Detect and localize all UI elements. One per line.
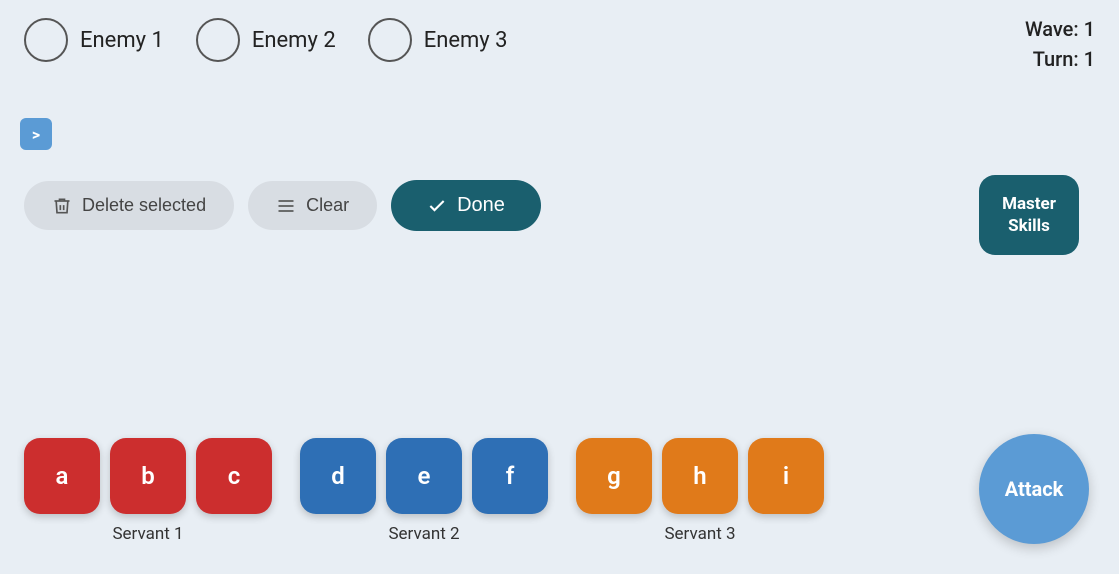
turn-label: Turn: 1 — [1025, 44, 1095, 74]
enemy-2-circle[interactable] — [196, 18, 240, 62]
attack-button[interactable]: Attack — [979, 434, 1089, 544]
servant-2-card-f[interactable]: f — [472, 438, 548, 514]
enemy-3-label: Enemy 3 — [424, 28, 508, 53]
enemy-item-3: Enemy 3 — [368, 18, 508, 62]
arrow-button[interactable]: > — [20, 118, 52, 150]
servant-1-group: a b c Servant 1 — [24, 438, 272, 544]
done-button[interactable]: Done — [391, 180, 541, 231]
servant-2-group: d e f Servant 2 — [300, 438, 548, 544]
delete-selected-button[interactable]: Delete selected — [24, 181, 234, 230]
wave-label: Wave: 1 — [1025, 14, 1095, 44]
wave-turn-info: Wave: 1 Turn: 1 — [1025, 14, 1095, 74]
clear-label: Clear — [306, 195, 349, 216]
arrow-icon: > — [32, 125, 40, 144]
servants-area: a b c Servant 1 d e f Servant 2 g h i Se… — [24, 438, 979, 544]
top-bar: Enemy 1 Enemy 2 Enemy 3 — [0, 0, 1119, 62]
servant-2-card-e[interactable]: e — [386, 438, 462, 514]
clear-button[interactable]: Clear — [248, 181, 377, 230]
servant-2-cards: d e f — [300, 438, 548, 514]
master-skills-label: MasterSkills — [1002, 193, 1056, 237]
servant-3-label: Servant 3 — [664, 524, 735, 544]
servant-1-card-b[interactable]: b — [110, 438, 186, 514]
done-label: Done — [457, 194, 505, 217]
enemy-item-1: Enemy 1 — [24, 18, 164, 62]
action-bar: Delete selected Clear Done — [24, 180, 541, 231]
enemy-item-2: Enemy 2 — [196, 18, 336, 62]
delete-label: Delete selected — [82, 195, 206, 216]
checkmark-icon — [427, 196, 447, 216]
servant-2-card-d[interactable]: d — [300, 438, 376, 514]
servant-3-card-g[interactable]: g — [576, 438, 652, 514]
servant-1-card-c[interactable]: c — [196, 438, 272, 514]
trash-icon — [52, 196, 72, 216]
servant-3-card-i[interactable]: i — [748, 438, 824, 514]
servant-3-cards: g h i — [576, 438, 824, 514]
enemy-2-label: Enemy 2 — [252, 28, 336, 53]
clear-lines-icon — [276, 196, 296, 216]
servant-3-card-h[interactable]: h — [662, 438, 738, 514]
servant-1-card-a[interactable]: a — [24, 438, 100, 514]
attack-label: Attack — [1005, 477, 1064, 501]
enemy-1-label: Enemy 1 — [80, 28, 164, 53]
servant-1-label: Servant 1 — [112, 524, 183, 544]
enemy-1-circle[interactable] — [24, 18, 68, 62]
servant-3-group: g h i Servant 3 — [576, 438, 824, 544]
servant-1-cards: a b c — [24, 438, 272, 514]
master-skills-button[interactable]: MasterSkills — [979, 175, 1079, 255]
servant-2-label: Servant 2 — [388, 524, 459, 544]
enemy-3-circle[interactable] — [368, 18, 412, 62]
